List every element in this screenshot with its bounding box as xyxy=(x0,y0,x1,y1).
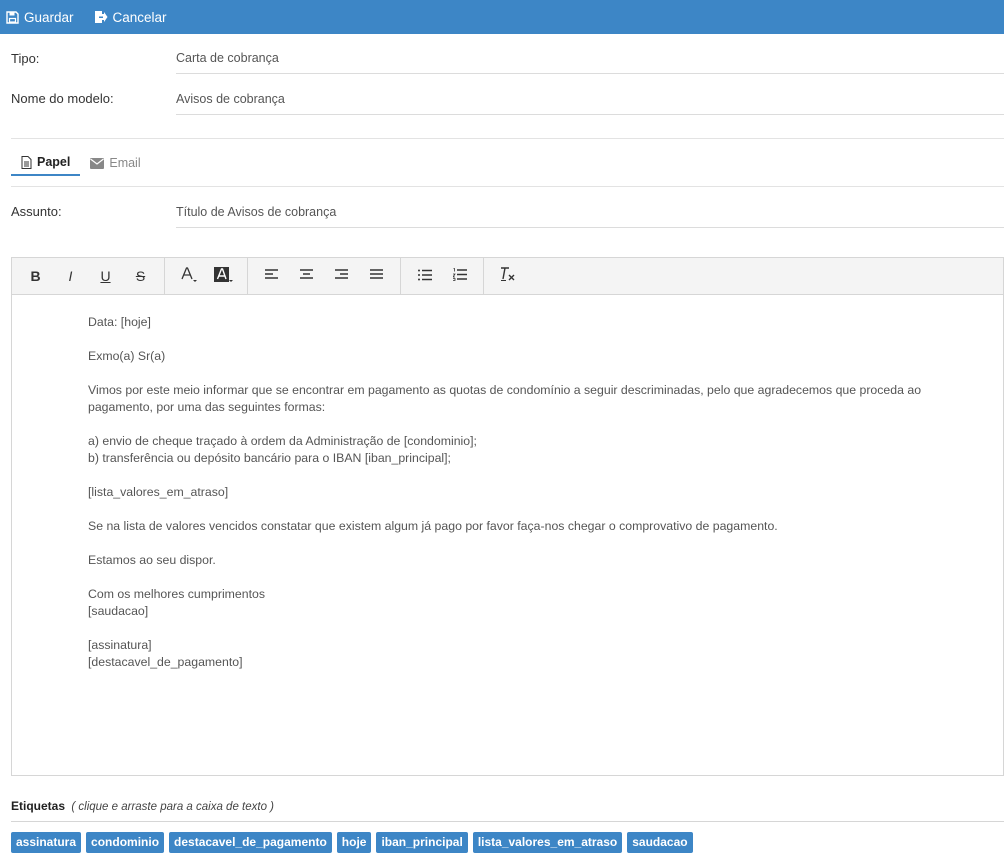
tag-condominio[interactable]: condominio xyxy=(86,832,165,853)
tab-bar: Papel Email xyxy=(11,150,151,177)
underline-icon: U xyxy=(100,268,111,284)
envelope-icon xyxy=(90,157,105,169)
content-list-placeholder: [lista_valores_em_atraso] xyxy=(88,485,229,499)
tags-list: assinatura condominio destacavel_de_paga… xyxy=(11,832,698,853)
content-para3: Estamos ao seu dispor. xyxy=(88,553,216,567)
align-left-icon xyxy=(264,268,279,284)
content-greeting: Exmo(a) Sr(a) xyxy=(88,349,166,363)
strikethrough-button[interactable]: S xyxy=(123,261,158,291)
numbered-list-icon xyxy=(451,268,467,284)
align-center-icon xyxy=(299,268,314,284)
content-para2: Se na lista de valores vencidos constata… xyxy=(88,519,778,533)
save-button[interactable]: Guardar xyxy=(6,10,74,25)
rich-text-editor: B I U S Data: [hoje] Exmo(a) Sr(a) Vimos… xyxy=(11,257,1004,776)
tag-hoje[interactable]: hoje xyxy=(336,832,372,853)
tag-assinatura[interactable]: assinatura xyxy=(11,832,82,853)
content-saudacao: [saudacao] xyxy=(88,604,149,618)
italic-icon: I xyxy=(68,268,73,284)
content-assinatura: [assinatura] xyxy=(88,638,152,652)
alignment-group xyxy=(248,257,401,295)
background-color-button[interactable] xyxy=(206,261,241,291)
editor-content[interactable]: Data: [hoje] Exmo(a) Sr(a) Vimos por est… xyxy=(88,314,928,671)
tags-header: Etiquetas ( clique e arraste para a caix… xyxy=(11,799,274,813)
align-right-button[interactable] xyxy=(324,261,359,291)
color-group xyxy=(165,257,248,295)
align-left-button[interactable] xyxy=(254,261,289,291)
font-color-icon xyxy=(180,266,198,286)
tag-lista-valores-em-atraso[interactable]: lista_valores_em_atraso xyxy=(472,832,623,853)
content-date: Data: [hoje] xyxy=(88,315,151,329)
bullet-list-button[interactable] xyxy=(407,261,442,291)
tab-papel[interactable]: Papel xyxy=(11,150,81,176)
clear-formatting-button[interactable] xyxy=(490,261,525,291)
divider xyxy=(11,138,1004,139)
font-color-button[interactable] xyxy=(171,261,206,291)
align-center-button[interactable] xyxy=(289,261,324,291)
align-justify-icon xyxy=(369,268,384,284)
tags-hint: ( clique e arraste para a caixa de texto… xyxy=(71,801,274,813)
strikethrough-icon: S xyxy=(135,268,146,284)
bullet-list-icon xyxy=(417,268,432,284)
numbered-list-button[interactable] xyxy=(442,261,477,291)
editor-toolbar: B I U S xyxy=(12,257,1003,295)
tag-destacavel-de-pagamento[interactable]: destacavel_de_pagamento xyxy=(169,832,332,853)
tags-divider xyxy=(11,821,1004,822)
tags-title: Etiquetas xyxy=(11,799,66,813)
top-action-bar: Guardar Cancelar xyxy=(0,0,1004,34)
tipo-label: Tipo: xyxy=(11,51,40,66)
content-para1-line1: Vimos por este meio informar que se enco… xyxy=(88,383,922,397)
tag-iban-principal[interactable]: iban_principal xyxy=(376,832,468,853)
content-closing: Com os melhores cumprimentos xyxy=(88,587,265,601)
assunto-field[interactable]: Título de Avisos de cobrança xyxy=(176,205,1004,228)
document-icon xyxy=(21,155,32,169)
bold-button[interactable]: B xyxy=(18,261,53,291)
align-right-icon xyxy=(334,268,349,284)
nome-modelo-field[interactable]: Avisos de cobrança xyxy=(176,92,1004,115)
tipo-field[interactable]: Carta de cobrança xyxy=(176,51,1004,74)
content-option-b: b) transferência ou depósito bancário pa… xyxy=(88,451,451,465)
tabs-divider xyxy=(11,186,1004,187)
italic-button[interactable]: I xyxy=(53,261,88,291)
text-style-group: B I U S xyxy=(12,257,165,295)
content-para1-line2: pagamento, por uma das seguintes formas: xyxy=(88,400,326,414)
content-option-a: a) envio de cheque traçado à ordem da Ad… xyxy=(88,434,477,448)
cancel-button[interactable]: Cancelar xyxy=(94,10,167,25)
underline-button[interactable]: U xyxy=(88,261,123,291)
sign-out-icon xyxy=(94,10,108,24)
save-label: Guardar xyxy=(24,9,74,25)
align-justify-button[interactable] xyxy=(359,261,394,291)
tab-email-label: Email xyxy=(109,156,141,170)
tab-email[interactable]: Email xyxy=(80,150,150,176)
floppy-disk-icon xyxy=(6,10,19,24)
tab-papel-label: Papel xyxy=(37,155,71,169)
nome-modelo-row: Nome do modelo: Avisos de cobrança xyxy=(0,91,1004,115)
clear-group xyxy=(484,258,531,295)
tipo-row: Tipo: Carta de cobrança xyxy=(0,50,1004,74)
bold-icon: B xyxy=(30,268,41,284)
background-color-icon xyxy=(213,266,234,286)
clear-formatting-icon xyxy=(500,267,516,285)
cancel-label: Cancelar xyxy=(112,9,167,25)
list-group xyxy=(401,257,484,295)
nome-modelo-label: Nome do modelo: xyxy=(11,91,114,106)
content-destacavel: [destacavel_de_pagamento] xyxy=(88,655,243,669)
assunto-label: Assunto: xyxy=(11,204,62,219)
tag-saudacao[interactable]: saudacao xyxy=(627,832,693,853)
assunto-row: Assunto: Título de Avisos de cobrança xyxy=(0,204,1004,228)
